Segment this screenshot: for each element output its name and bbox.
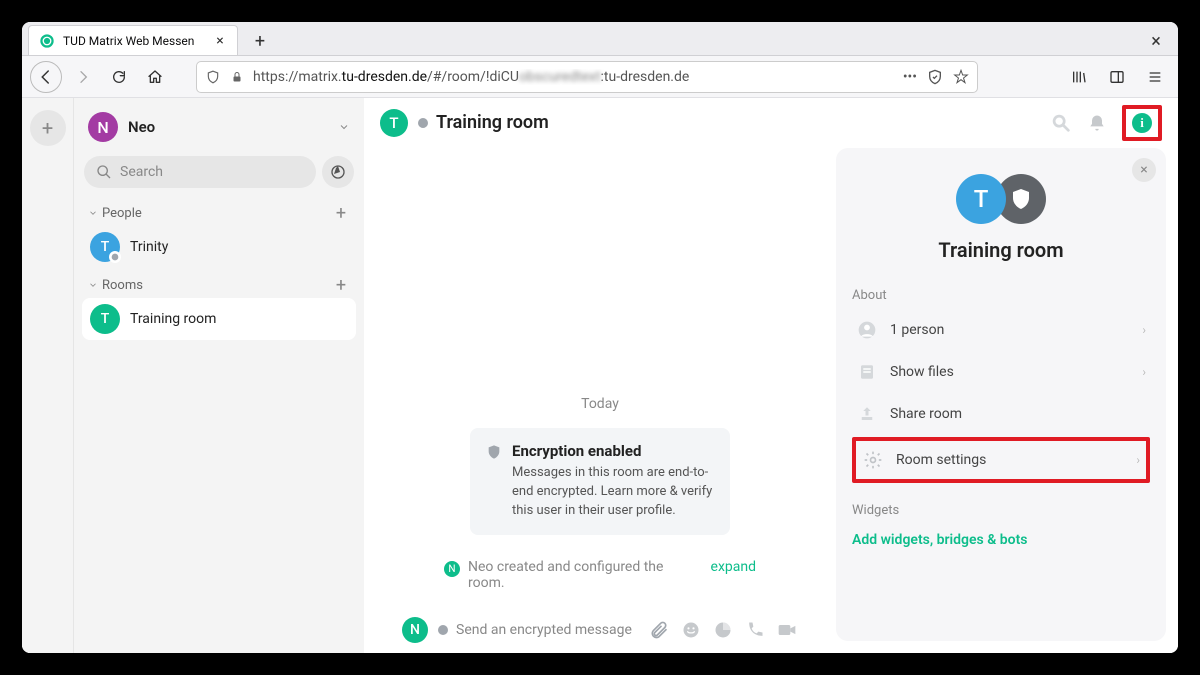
gear-icon — [862, 449, 884, 471]
encryption-body: Messages in this room are end-to-end enc… — [512, 464, 714, 521]
room-avatar: T — [380, 109, 408, 137]
messages-area: Today Encryption enabled Messages in thi… — [364, 148, 836, 653]
about-section-label: About — [852, 282, 1150, 309]
notifications-icon[interactable] — [1086, 112, 1108, 134]
chevron-down-icon — [88, 280, 98, 290]
lock-icon — [229, 69, 245, 85]
people-item-label: Trinity — [130, 239, 168, 255]
star-icon[interactable] — [953, 69, 969, 85]
chevron-down-icon — [338, 121, 350, 133]
close-icon[interactable]: × — [213, 34, 227, 48]
avatar: T — [90, 304, 120, 334]
browser-tab-bar: TUD Matrix Web Messen × + × — [22, 22, 1178, 56]
people-item[interactable]: 1 person › — [852, 309, 1150, 351]
search-icon — [96, 164, 112, 180]
expand-button[interactable]: expand — [711, 559, 756, 575]
shield-icon — [486, 444, 502, 521]
create-space-button[interactable]: + — [30, 110, 66, 146]
room-avatar-large: T — [956, 174, 1006, 224]
panel-room-title: Training room — [852, 238, 1150, 262]
share-icon — [856, 403, 878, 425]
person-icon — [856, 319, 878, 341]
forward-button[interactable] — [68, 62, 98, 92]
sidebar-toggle-icon[interactable] — [1102, 62, 1132, 92]
shield-icon — [205, 69, 221, 85]
encryption-title: Encryption enabled — [512, 442, 714, 460]
files-icon — [856, 361, 878, 383]
settings-item[interactable]: Room settings › — [856, 441, 1146, 479]
more-icon[interactable]: ••• — [903, 69, 917, 85]
search-input[interactable]: Search — [84, 156, 316, 188]
browser-tab[interactable]: TUD Matrix Web Messen × — [28, 25, 238, 55]
left-sidebar: N Neo Search People + T — [74, 98, 364, 653]
avatar: T — [90, 232, 120, 262]
composer-avatar: N — [402, 617, 428, 643]
files-item[interactable]: Show files › — [852, 351, 1150, 393]
search-placeholder: Search — [120, 164, 163, 180]
protection-icon[interactable] — [927, 69, 943, 85]
app-content: + N Neo Search People + — [22, 98, 1178, 653]
menu-icon[interactable] — [1140, 62, 1170, 92]
event-avatar: N — [444, 561, 460, 577]
user-avatar: N — [88, 112, 118, 142]
spaces-bar: + — [22, 98, 74, 653]
chevron-right-icon: › — [1142, 365, 1146, 379]
chevron-right-icon: › — [1136, 453, 1140, 467]
panel-avatars: T — [852, 174, 1150, 224]
browser-nav-bar: https://matrix.tu-dresden.de/#/room/!diC… — [22, 56, 1178, 98]
voice-call-icon[interactable] — [744, 619, 766, 641]
shield-dot-icon — [418, 118, 428, 128]
people-item-trinity[interactable]: T Trinity — [82, 226, 356, 268]
video-call-icon[interactable] — [776, 619, 798, 641]
room-title[interactable]: Training room — [418, 112, 1040, 133]
add-room-button[interactable]: + — [332, 276, 350, 294]
widgets-section-label: Widgets — [852, 497, 1150, 524]
attach-icon[interactable] — [648, 619, 670, 641]
new-tab-button[interactable]: + — [246, 27, 274, 55]
url-bar[interactable]: https://matrix.tu-dresden.de/#/room/!diC… — [196, 61, 978, 93]
room-header: T Training room i — [364, 98, 1178, 148]
rooms-section-header[interactable]: Rooms + — [82, 268, 356, 298]
search-room-icon[interactable] — [1050, 112, 1072, 134]
back-button[interactable] — [30, 61, 62, 93]
share-item[interactable]: Share room — [852, 393, 1150, 435]
composer: N Send an encrypted message — [384, 607, 816, 653]
reload-button[interactable] — [104, 62, 134, 92]
date-marker: Today — [384, 388, 816, 428]
event-row: N Neo created and configured the room. e… — [384, 555, 816, 607]
settings-item-highlight: Room settings › — [852, 435, 1150, 485]
user-name: Neo — [128, 118, 328, 136]
right-panel: × T Training room About 1 person › S — [836, 148, 1166, 641]
explore-button[interactable] — [322, 156, 354, 188]
shield-dot-icon — [438, 625, 448, 635]
info-icon[interactable]: i — [1132, 113, 1152, 133]
library-icon[interactable] — [1064, 62, 1094, 92]
sticker-icon[interactable] — [712, 619, 734, 641]
info-button-highlight: i — [1122, 105, 1162, 141]
encryption-card: Encryption enabled Messages in this room… — [470, 428, 730, 535]
home-button[interactable] — [140, 62, 170, 92]
main-area: T Training room i Today — [364, 98, 1178, 653]
add-person-button[interactable]: + — [332, 204, 350, 222]
tab-title: TUD Matrix Web Messen — [63, 34, 213, 48]
room-item-training[interactable]: T Training room — [82, 298, 356, 340]
add-widgets-link[interactable]: Add widgets, bridges & bots — [852, 524, 1150, 556]
close-panel-button[interactable]: × — [1132, 158, 1156, 182]
room-item-label: Training room — [130, 311, 216, 327]
window-close-icon[interactable]: × — [1144, 29, 1168, 53]
people-section-header[interactable]: People + — [82, 196, 356, 226]
composer-input[interactable]: Send an encrypted message — [438, 622, 638, 638]
emoji-icon[interactable] — [680, 619, 702, 641]
url-text: https://matrix.tu-dresden.de/#/room/!diC… — [253, 69, 895, 85]
user-menu[interactable]: N Neo — [82, 106, 356, 148]
chevron-down-icon — [88, 208, 98, 218]
chevron-right-icon: › — [1142, 323, 1146, 337]
event-text: Neo created and configured the room. — [468, 559, 688, 591]
matrix-favicon-icon — [39, 33, 55, 49]
